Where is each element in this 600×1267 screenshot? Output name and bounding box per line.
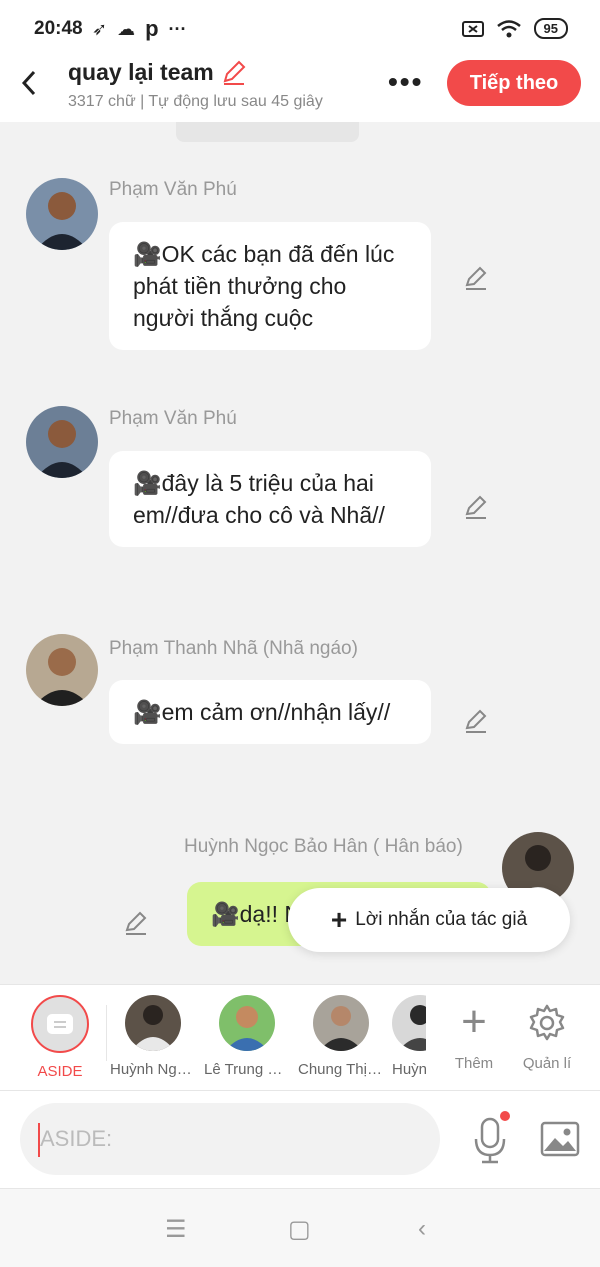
chat-area[interactable]: Phạm Văn Phú 🎥OK các bạn đã đến lúc phát… xyxy=(0,122,600,984)
more-notifications-icon: ··· xyxy=(168,18,187,39)
status-time: 20:48 xyxy=(34,18,83,39)
editor-header: quay lại team 3317 chữ | Tự động lưu sau… xyxy=(0,58,600,122)
back-button[interactable] xyxy=(16,68,46,98)
character-item[interactable]: Huỳnh xyxy=(392,995,426,1078)
pencil-icon[interactable] xyxy=(220,58,248,86)
avatar[interactable] xyxy=(26,406,98,478)
character-item[interactable]: Chung Thị Mai xyxy=(298,995,384,1078)
image-button[interactable] xyxy=(540,1121,580,1157)
message-input-container[interactable] xyxy=(20,1103,440,1175)
sender-name: Phạm Văn Phú xyxy=(109,408,237,429)
character-item[interactable]: Huỳnh Ngọc Bảo Hân xyxy=(110,995,196,1078)
author-note-popup[interactable]: + Lời nhắn của tác giả xyxy=(288,888,570,952)
sender-name: Phạm Văn Phú xyxy=(109,179,237,200)
manage-label: Quản lí xyxy=(522,1055,572,1072)
previous-message-bubble xyxy=(176,122,359,142)
sender-name: Huỳnh Ngọc Bảo Hân ( Hân báo) xyxy=(184,836,463,857)
avatar xyxy=(219,995,275,1051)
character-name: ASIDE xyxy=(37,1063,83,1080)
edit-message-icon[interactable] xyxy=(122,909,150,937)
story-title-text: quay lại team xyxy=(68,58,214,85)
manage-characters-button[interactable]: Quản lí xyxy=(512,997,582,1072)
aside-icon xyxy=(31,995,89,1053)
edit-message-icon[interactable] xyxy=(462,707,490,735)
system-navigation-bar: ☰ ▢ ‹ xyxy=(0,1188,600,1267)
p-app-icon: p xyxy=(145,16,159,41)
edit-message-icon[interactable] xyxy=(462,493,490,521)
character-bar: ASIDE Huỳnh Ngọc Bảo Hân Lê Trung Hiếu C… xyxy=(0,984,600,1090)
character-aside[interactable]: ASIDE xyxy=(17,995,103,1080)
character-name: Chung Thị Mai xyxy=(298,1061,384,1078)
message-input[interactable] xyxy=(40,1103,420,1175)
home-nav-icon[interactable]: ▢ xyxy=(288,1215,311,1244)
status-bar: 20:48 ➶ ☁ p ··· 95 xyxy=(0,0,600,58)
image-icon xyxy=(540,1121,580,1157)
message-bubble[interactable]: 🎥đây là 5 triệu của hai em//đưa cho cô v… xyxy=(109,451,431,547)
avatar xyxy=(125,995,181,1051)
input-row xyxy=(0,1090,600,1188)
story-title[interactable]: quay lại team xyxy=(68,58,248,86)
avatar xyxy=(313,995,369,1051)
avatar xyxy=(392,995,426,1051)
sender-name: Phạm Thanh Nhã (Nhã ngáo) xyxy=(109,638,358,659)
plus-icon: + xyxy=(330,904,348,935)
more-options-button[interactable]: ••• xyxy=(388,66,423,98)
message-bubble[interactable]: 🎥em cảm ơn//nhận lấy// xyxy=(109,680,431,744)
add-label: Thêm xyxy=(454,1055,494,1072)
gear-icon xyxy=(512,997,582,1051)
microphone-button[interactable] xyxy=(470,1111,510,1165)
avatar[interactable] xyxy=(26,178,98,250)
character-name: Huỳnh Ngọc Bảo Hân xyxy=(110,1061,196,1078)
divider xyxy=(106,1005,107,1061)
next-button[interactable]: Tiếp theo xyxy=(447,60,581,106)
wifi-icon xyxy=(496,19,521,37)
cloud-icon: ☁ xyxy=(117,18,136,39)
battery-indicator: 95 xyxy=(533,18,568,39)
avatar[interactable] xyxy=(26,634,98,706)
character-item[interactable]: Lê Trung Hiếu xyxy=(204,995,290,1078)
chevron-left-icon xyxy=(21,70,36,96)
author-note-label: Lời nhắn của tác giả xyxy=(355,909,528,930)
no-sim-icon xyxy=(461,20,484,37)
status-right: 95 xyxy=(461,18,568,39)
character-name: Lê Trung Hiếu xyxy=(204,1061,290,1078)
menu-nav-icon[interactable]: ☰ xyxy=(165,1215,187,1244)
word-count-autosave: 3317 chữ | Tự động lưu sau 45 giây xyxy=(68,93,323,110)
character-name: Huỳnh xyxy=(392,1061,426,1078)
back-nav-icon[interactable]: ‹ xyxy=(418,1215,426,1243)
plus-icon: + xyxy=(461,997,487,1046)
notification-dot xyxy=(500,1111,510,1121)
microphone-icon xyxy=(474,1117,506,1164)
edit-message-icon[interactable] xyxy=(462,264,490,292)
status-notification-icons: ➶ ☁ p ··· xyxy=(92,16,187,42)
bird-icon: ➶ xyxy=(92,18,108,39)
message-bubble[interactable]: 🎥OK các bạn đã đến lúc phát tiền thưởng … xyxy=(109,222,431,350)
add-character-button[interactable]: + Thêm xyxy=(439,997,509,1072)
